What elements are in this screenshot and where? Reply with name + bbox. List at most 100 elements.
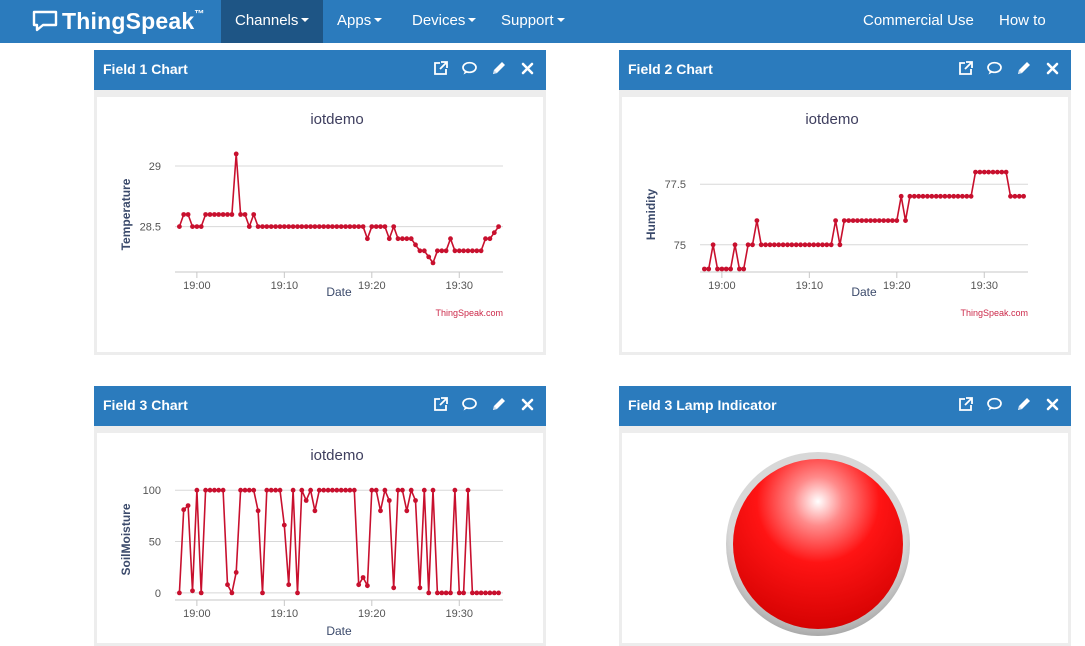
data-point (365, 583, 370, 589)
data-point (837, 242, 843, 248)
data-point (995, 169, 1000, 175)
data-point (299, 487, 305, 493)
data-point (225, 212, 230, 217)
data-point (461, 248, 466, 254)
data-point (430, 260, 436, 266)
data-point (470, 590, 475, 596)
nav-how-to-buy[interactable]: How to Buy (985, 0, 1085, 70)
pencil-icon[interactable] (1015, 60, 1032, 77)
data-point (925, 193, 930, 199)
x-tick-label: 19:20 (358, 608, 386, 620)
data-point (413, 242, 418, 248)
data-point (251, 212, 257, 217)
data-point (981, 169, 987, 175)
comment-icon[interactable] (986, 60, 1003, 77)
external-link-icon[interactable] (957, 60, 974, 77)
data-point (702, 266, 707, 272)
pencil-icon[interactable] (490, 396, 507, 413)
data-point (470, 248, 475, 254)
data-point (356, 582, 362, 588)
nav-channels[interactable]: Channels (221, 0, 324, 43)
nav-commercial-use[interactable]: Commercial Use (849, 0, 988, 43)
data-point (951, 193, 957, 199)
data-point (286, 582, 292, 588)
data-point (920, 193, 926, 199)
data-point (723, 266, 729, 272)
data-point (351, 487, 357, 493)
data-point (238, 212, 244, 217)
close-icon[interactable] (1044, 60, 1061, 77)
speech-bubble-icon (32, 10, 58, 32)
data-point (798, 242, 803, 248)
data-point (264, 224, 270, 229)
data-point (973, 169, 978, 175)
data-point (417, 585, 423, 591)
y-tick-label: 100 (143, 485, 161, 497)
data-point (868, 218, 873, 223)
data-point (212, 487, 217, 493)
external-link-icon[interactable] (432, 60, 449, 77)
data-point (373, 487, 379, 493)
data-point (338, 224, 344, 229)
data-point (452, 487, 458, 493)
nav-devices[interactable]: Devices (398, 0, 490, 43)
data-point (496, 224, 501, 229)
data-point (413, 498, 418, 503)
nav-channels-label: Channels (235, 12, 299, 29)
close-icon[interactable] (519, 396, 536, 413)
panel-header: Field 3 Chart (94, 386, 546, 426)
y-tick-label: 29 (149, 161, 161, 173)
data-point (286, 224, 292, 229)
top-navbar: ThingSpeak ™ Channels Apps Devices Suppo… (0, 0, 1085, 70)
data-point (343, 224, 348, 229)
data-point (767, 242, 773, 248)
data-point (916, 193, 922, 199)
x-tick-label: 19:10 (796, 280, 824, 292)
comment-icon[interactable] (986, 396, 1003, 413)
data-point (347, 487, 353, 493)
data-point (710, 242, 716, 248)
data-point (456, 590, 462, 596)
comment-icon[interactable] (461, 60, 478, 77)
panel-title: Field 2 Chart (628, 61, 713, 77)
data-point (382, 224, 388, 229)
data-point (325, 224, 331, 229)
x-tick-label: 19:30 (446, 608, 474, 620)
x-tick-label: 19:00 (708, 280, 736, 292)
data-point (194, 224, 200, 229)
data-point (303, 498, 309, 503)
close-icon[interactable] (1044, 396, 1061, 413)
data-point (745, 242, 751, 248)
data-point (316, 487, 322, 493)
data-point (491, 230, 497, 236)
external-link-icon[interactable] (957, 396, 974, 413)
data-point (771, 242, 777, 248)
data-point (207, 212, 213, 217)
data-point (400, 236, 405, 242)
field3-chart-panel: Field 3 Chart iotdemo 0 50 100 19:00 19:10 19:… (94, 386, 546, 646)
data-point (404, 508, 410, 514)
data-point (220, 212, 226, 217)
external-link-icon[interactable] (432, 396, 449, 413)
x-axis-title: Date (326, 285, 352, 299)
data-point (435, 248, 440, 254)
nav-support[interactable]: Support (487, 0, 579, 43)
data-point (456, 248, 462, 254)
x-tick-label: 19:20 (883, 280, 911, 292)
data-point (185, 503, 191, 508)
pencil-icon[interactable] (1015, 396, 1032, 413)
pencil-icon[interactable] (490, 60, 507, 77)
thingspeak-logo[interactable]: ThingSpeak ™ (32, 6, 204, 36)
y-axis-title: SoilMoisture (119, 503, 133, 575)
data-point (999, 169, 1005, 175)
comment-icon[interactable] (461, 396, 478, 413)
caret-down-icon (301, 18, 310, 23)
data-point (483, 590, 488, 596)
data-point (872, 218, 878, 223)
close-icon[interactable] (519, 60, 536, 77)
caret-down-icon (468, 18, 477, 23)
data-point (487, 236, 493, 242)
nav-apps[interactable]: Apps (323, 0, 396, 43)
data-point (942, 193, 948, 199)
data-point (478, 590, 484, 596)
